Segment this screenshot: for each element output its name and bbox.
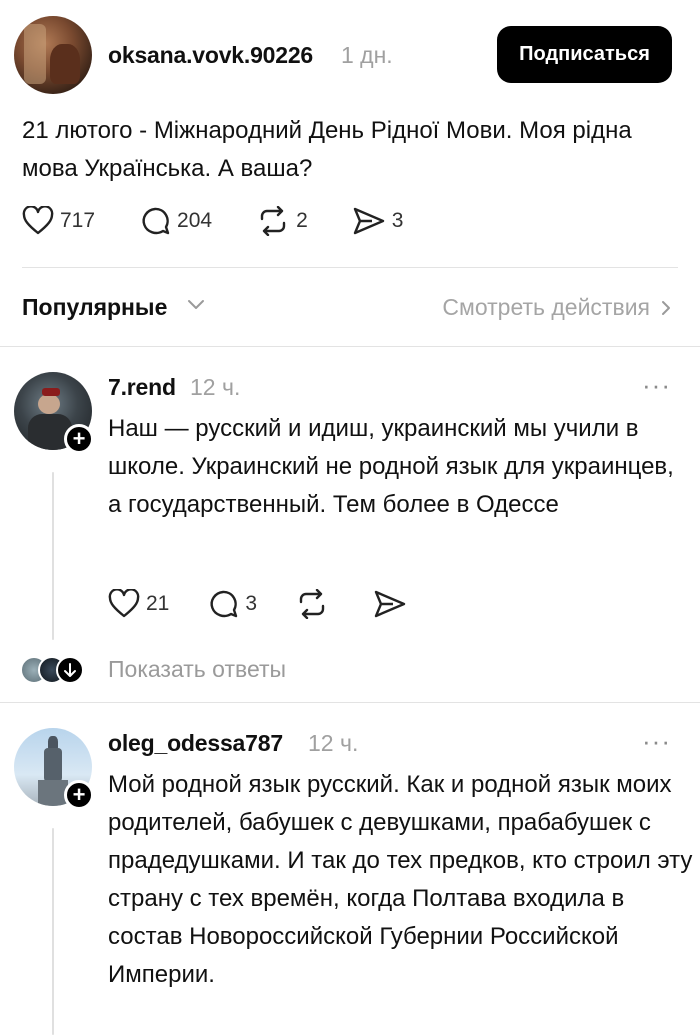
plus-icon[interactable]: + (64, 780, 94, 810)
chevron-down-icon[interactable] (186, 298, 206, 312)
comment-time: 12 ч. (190, 374, 241, 400)
post-header: oksana.vovk.90226 1 дн. Подписаться (0, 0, 700, 110)
like-count: 717 (60, 209, 96, 232)
share-count: 3 (391, 209, 404, 232)
heart-icon (22, 206, 54, 235)
divider (0, 702, 700, 703)
post-actions: 717 204 2 3 (22, 206, 447, 236)
repost-button[interactable] (295, 589, 335, 619)
send-icon (353, 207, 384, 235)
author-name[interactable]: oksana.vovk.90226 (108, 42, 313, 69)
repost-icon (260, 206, 286, 236)
replies-row[interactable]: Показать ответы (0, 648, 700, 692)
repost-icon (299, 589, 325, 619)
post-time: 1 дн. (341, 42, 393, 68)
more-dots-icon[interactable]: ··· (642, 370, 671, 401)
like-button[interactable]: 717 (22, 206, 95, 236)
thread-line (52, 472, 54, 640)
comment-text: Мой родной язык русский. Как и родной яз… (108, 771, 693, 988)
plus-icon[interactable]: + (64, 424, 94, 454)
show-replies-link[interactable]: Показать ответы (108, 656, 286, 683)
comment-bubble-icon (142, 207, 170, 235)
like-button[interactable]: 21 (108, 589, 169, 619)
comment-button[interactable]: 3 (207, 589, 257, 619)
post-text: 21 лютого - Міжнародний День Рідної Мови… (22, 117, 632, 182)
arrow-down-icon (56, 656, 84, 684)
sort-row: Популярные Смотреть действия (0, 268, 700, 346)
sort-dropdown[interactable]: Популярные (22, 294, 167, 321)
like-count: 21 (146, 592, 170, 615)
author-avatar[interactable] (14, 16, 92, 94)
share-button[interactable] (373, 589, 413, 619)
comment-count: 204 (177, 209, 213, 232)
comment-bubble-icon (210, 590, 238, 618)
chevron-right-icon (662, 300, 670, 315)
comment-actions: 21 3 (108, 589, 457, 619)
heart-icon (108, 589, 140, 618)
comment-author[interactable]: 7.rend (108, 374, 176, 401)
comment-text: Наш — русский и идиш, украинский мы учил… (108, 415, 674, 518)
comment-count: 3 (245, 592, 258, 615)
divider (0, 346, 700, 347)
more-dots-icon[interactable]: ··· (642, 726, 671, 757)
thread-line (52, 828, 54, 1035)
view-activity-label: Смотреть действия (442, 294, 650, 320)
follow-button[interactable]: Подписаться (497, 26, 672, 83)
send-icon (374, 590, 406, 618)
repost-count: 2 (296, 209, 308, 232)
comment-button[interactable]: 204 (139, 206, 212, 236)
comment-author[interactable]: oleg_odessa787 (108, 730, 283, 757)
comment-time: 12 ч. (308, 730, 359, 756)
repost-button[interactable]: 2 (256, 206, 308, 236)
view-activity-link[interactable]: Смотреть действия (442, 294, 672, 321)
share-button[interactable]: 3 (352, 206, 404, 236)
